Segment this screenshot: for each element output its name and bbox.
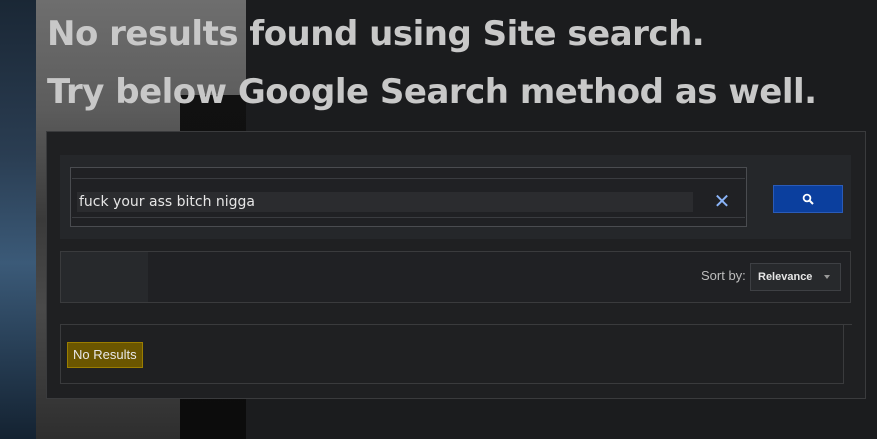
search-button[interactable] (773, 185, 843, 213)
sort-selected-value: Relevance (758, 271, 813, 283)
results-box: No Results (60, 324, 852, 384)
background-left-strip (0, 0, 36, 439)
sort-dropdown[interactable]: Relevance (750, 263, 841, 291)
search-bar: fuck your ass bitch nigga ✕ (60, 155, 851, 239)
no-results-badge: No Results (67, 342, 143, 368)
sort-by-label: Sort by: (701, 268, 746, 283)
close-icon[interactable]: ✕ (711, 191, 733, 213)
google-search-panel: fuck your ass bitch nigga ✕ Sort by: Rel… (46, 131, 866, 399)
headline-no-results: No results found using Site search. (47, 14, 705, 54)
headline-try-google: Try below Google Search method as well. (47, 72, 817, 112)
sort-bar-left-block (61, 252, 148, 302)
search-input[interactable]: fuck your ass bitch nigga (77, 192, 693, 212)
chevron-down-icon (824, 275, 830, 279)
sort-bar: Sort by: Relevance (60, 251, 851, 303)
search-box: fuck your ass bitch nigga ✕ (70, 167, 747, 227)
search-icon (802, 193, 814, 205)
search-box-inner: fuck your ass bitch nigga ✕ (72, 178, 745, 218)
results-divider (61, 324, 852, 325)
